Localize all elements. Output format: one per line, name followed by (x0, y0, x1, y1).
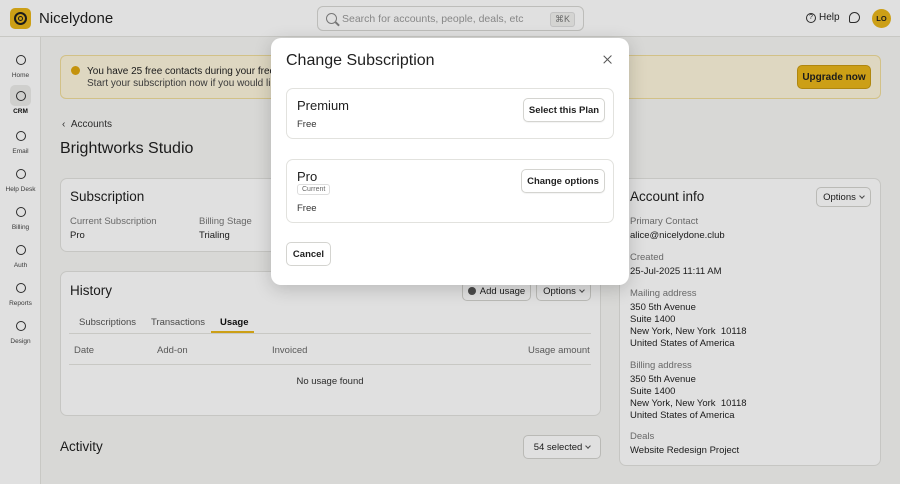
close-icon[interactable] (602, 54, 614, 66)
plan-price: Free (297, 119, 317, 130)
select-plan-button[interactable]: Select this Plan (523, 98, 605, 122)
plan-price: Free (297, 203, 317, 214)
plan-name: Pro (297, 169, 318, 184)
change-subscription-modal: Change Subscription Premium Free Select … (271, 38, 629, 285)
current-badge: Current (297, 184, 331, 195)
cancel-button[interactable]: Cancel (286, 242, 331, 266)
modal-title: Change Subscription (286, 52, 435, 69)
change-options-button[interactable]: Change options (521, 169, 605, 193)
plan-name: Premium (297, 98, 350, 113)
plan-card-pro: Pro Current Free Change options (286, 159, 614, 223)
plan-card-premium: Premium Free Select this Plan (286, 88, 614, 139)
